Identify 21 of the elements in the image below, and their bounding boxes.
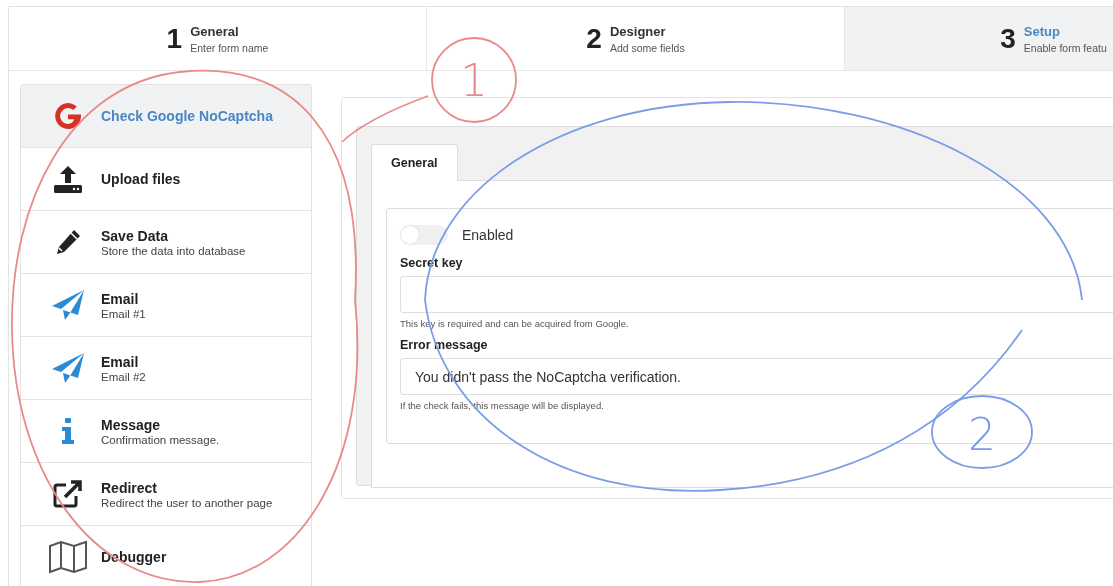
upload-icon <box>52 164 84 194</box>
letter-g-icon <box>53 101 83 131</box>
paper-plane-icon <box>51 352 85 384</box>
step-number: 2 <box>586 22 602 55</box>
step-subtitle: Add some fields <box>609 41 685 54</box>
toggle-switch[interactable] <box>400 225 448 245</box>
step-title: General <box>190 23 240 39</box>
step-subtitle: Enter form name <box>190 41 269 54</box>
annotation-number: 2 <box>968 409 996 460</box>
text-field[interactable] <box>400 276 1113 313</box>
map-icon <box>48 540 88 574</box>
toggle-label: Enabled <box>462 227 514 243</box>
step-subtitle: Enable form featu <box>1023 41 1107 54</box>
info-icon <box>60 416 76 446</box>
paper-plane-icon <box>51 289 85 321</box>
step-number: 3 <box>1000 22 1016 55</box>
external-link-icon <box>52 479 84 509</box>
step-title: Setup <box>1023 23 1061 39</box>
step-number: 1 <box>166 22 183 55</box>
step-title: Designer <box>609 23 667 39</box>
tab[interactable]: General <box>371 144 458 181</box>
